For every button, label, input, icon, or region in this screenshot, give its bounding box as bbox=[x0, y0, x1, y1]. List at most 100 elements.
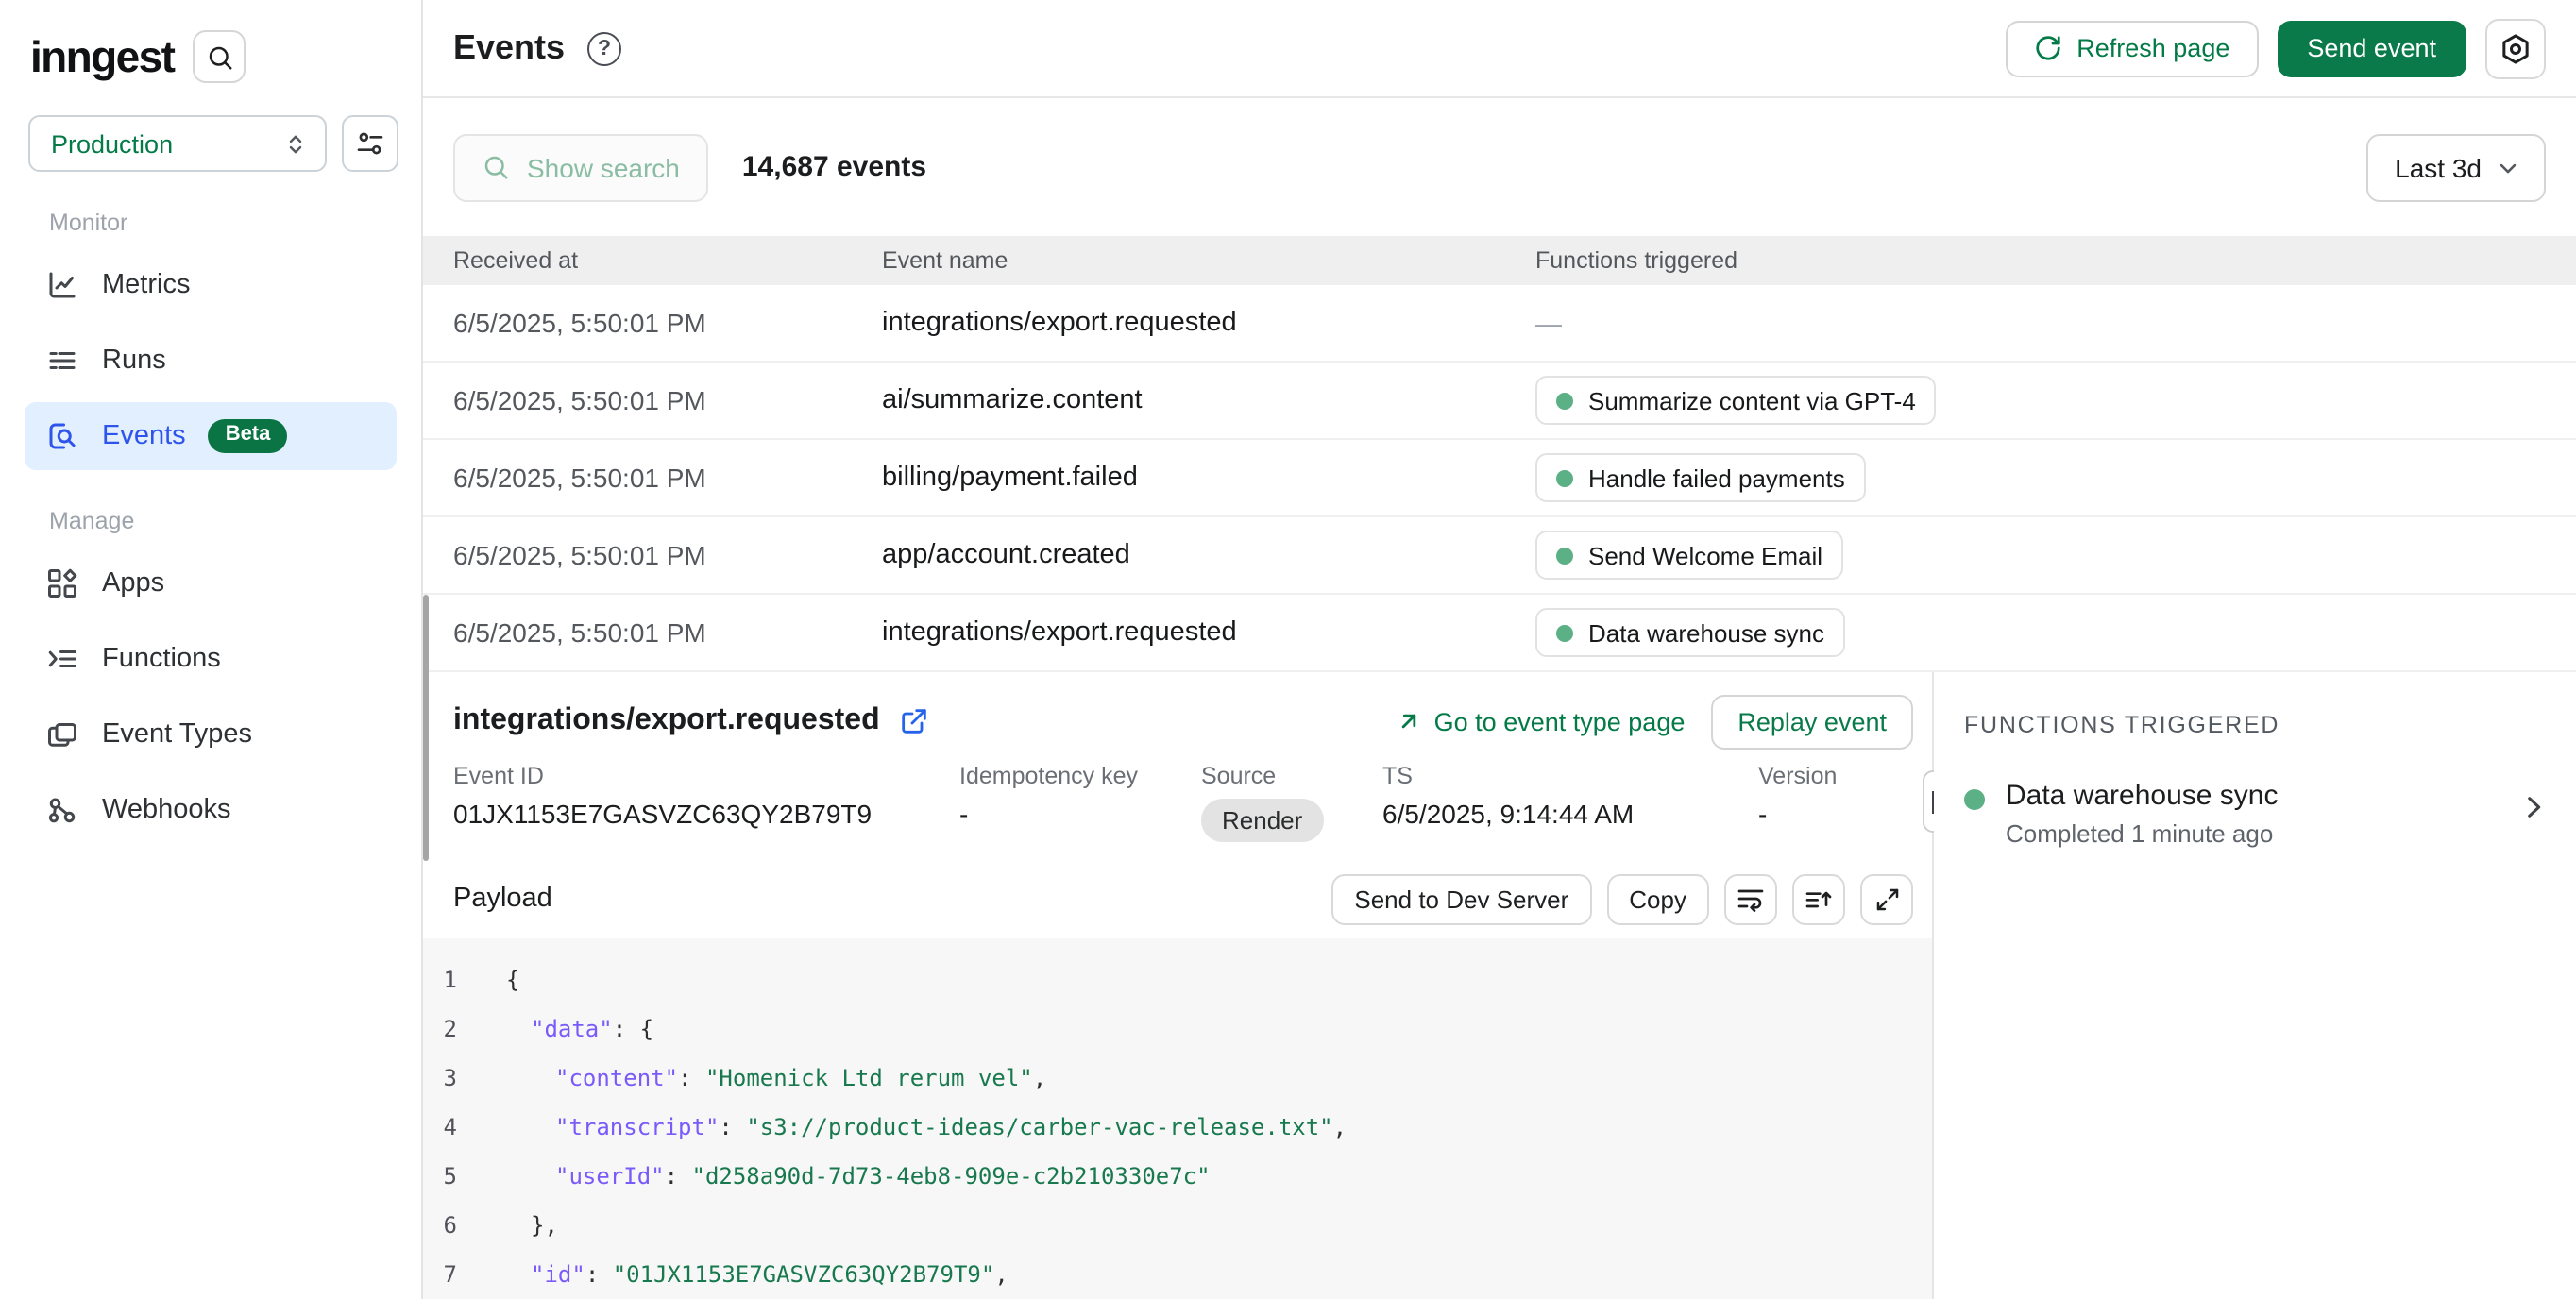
app-root: inngest Production Monitor bbox=[0, 0, 2576, 1299]
payload-title: Payload bbox=[453, 884, 552, 914]
cell-received-at: 6/5/2025, 5:50:01 PM bbox=[453, 308, 882, 338]
sidebar-item-label: Event Types bbox=[102, 719, 252, 750]
function-badge-label: Send Welcome Email bbox=[1588, 541, 1822, 569]
function-run-card[interactable]: Data warehouse sync Completed 1 minute a… bbox=[1934, 780, 2576, 848]
status-dot-icon bbox=[1556, 469, 1573, 486]
table-row[interactable]: 6/5/2025, 5:50:01 PM ai/summarize.conten… bbox=[423, 363, 2576, 440]
nav-section-monitor: Monitor bbox=[0, 210, 421, 251]
source-label: Source bbox=[1201, 763, 1382, 789]
code-line: 6 }, bbox=[423, 1201, 1932, 1250]
status-dot-icon bbox=[1556, 392, 1573, 409]
show-search-button[interactable]: Show search bbox=[453, 133, 708, 201]
cell-event-name: integrations/export.requested bbox=[882, 308, 1535, 338]
line-number: 7 bbox=[423, 1261, 457, 1288]
go-to-event-type-label: Go to event type page bbox=[1434, 707, 1686, 735]
events-table: Received at Event name Functions trigger… bbox=[423, 236, 2576, 672]
send-to-dev-server-button[interactable]: Send to Dev Server bbox=[1331, 873, 1591, 924]
detail-pane-scrollbar[interactable] bbox=[423, 595, 429, 861]
fullscreen-button[interactable] bbox=[1860, 873, 1913, 924]
line-number: 1 bbox=[423, 967, 457, 993]
main-area: Events ? Refresh page Send event bbox=[423, 0, 2576, 1299]
environment-select[interactable]: Production bbox=[28, 115, 327, 172]
code-line: 5 "userId": "d258a90d-7d73-4eb8-909e-c2b… bbox=[423, 1152, 1932, 1201]
event-meta-row: Event ID 01JX1153E7GASVZC63QY2B79T9 Idem… bbox=[453, 763, 1913, 842]
function-badge[interactable]: Data warehouse sync bbox=[1535, 608, 1845, 657]
global-search-button[interactable] bbox=[193, 30, 246, 83]
show-search-label: Show search bbox=[527, 152, 680, 182]
line-number: 4 bbox=[423, 1114, 457, 1140]
go-to-event-type-link[interactable]: Go to event type page bbox=[1397, 707, 1686, 735]
settings-button[interactable] bbox=[2485, 18, 2546, 78]
replay-event-label: Replay event bbox=[1737, 707, 1887, 735]
payload-header: Payload Send to Dev Server Copy bbox=[453, 859, 1913, 938]
ts-label: TS bbox=[1382, 763, 1758, 789]
sidebar-item-runs[interactable]: Runs bbox=[25, 327, 397, 395]
runs-list-icon bbox=[45, 344, 79, 378]
status-dot-icon bbox=[1556, 624, 1573, 641]
code-line: 7 "id": "01JX1153E7GASVZC63QY2B79T9", bbox=[423, 1250, 1932, 1299]
function-run-status: Completed 1 minute ago bbox=[2006, 819, 2279, 848]
refresh-page-label: Refresh page bbox=[2076, 34, 2229, 62]
apps-grid-icon bbox=[45, 566, 79, 600]
inngest-logo: inngest bbox=[30, 31, 174, 82]
cell-event-name: ai/summarize.content bbox=[882, 385, 1535, 415]
page-title: Events bbox=[453, 28, 565, 68]
version-label: Version bbox=[1758, 763, 1913, 789]
table-row[interactable]: 6/5/2025, 5:50:01 PM billing/payment.fai… bbox=[423, 440, 2576, 517]
functions-list-icon bbox=[45, 642, 79, 676]
expand-lines-button[interactable] bbox=[1792, 873, 1845, 924]
nav-section-manage: Manage bbox=[0, 508, 421, 549]
functions-triggered-panel: FUNCTIONS TRIGGERED Data warehouse sync … bbox=[1934, 672, 2576, 1299]
events-table-header: Received at Event name Functions trigger… bbox=[423, 236, 2576, 285]
table-row[interactable]: 6/5/2025, 5:50:01 PM app/account.created… bbox=[423, 517, 2576, 595]
sidebar-item-event-types[interactable]: Event Types bbox=[25, 700, 397, 768]
beta-badge: Beta bbox=[209, 419, 288, 453]
sidebar-item-functions[interactable]: Functions bbox=[25, 625, 397, 693]
code-line: 3 "content": "Homenick Ltd rerum vel", bbox=[423, 1054, 1932, 1103]
sidebar-item-events[interactable]: Events Beta bbox=[25, 402, 397, 470]
function-badge-label: Handle failed payments bbox=[1588, 464, 1845, 492]
sidebar-nav: Monitor Metrics Runs Events Beta bbox=[0, 210, 421, 844]
event-id-label: Event ID bbox=[453, 763, 959, 789]
code-line: 4 "transcript": "s3://product-ideas/carb… bbox=[423, 1103, 1932, 1152]
chart-icon bbox=[45, 268, 79, 302]
environment-filter-button[interactable] bbox=[342, 115, 398, 172]
status-dot-icon bbox=[1556, 547, 1573, 564]
sidebar-item-metrics[interactable]: Metrics bbox=[25, 251, 397, 319]
table-row-selected[interactable]: 6/5/2025, 5:50:01 PM integrations/export… bbox=[423, 595, 2576, 672]
function-badge[interactable]: Send Welcome Email bbox=[1535, 531, 1843, 580]
events-toolbar: Show search 14,687 events Last 3d bbox=[423, 98, 2576, 236]
time-range-select[interactable]: Last 3d bbox=[2366, 133, 2546, 201]
send-to-dev-server-label: Send to Dev Server bbox=[1354, 885, 1568, 913]
function-badge-label: Data warehouse sync bbox=[1588, 618, 1824, 647]
sidebar-item-apps[interactable]: Apps bbox=[25, 549, 397, 617]
function-badge[interactable]: Summarize content via GPT-4 bbox=[1535, 376, 1937, 425]
cell-received-at: 6/5/2025, 5:50:01 PM bbox=[453, 385, 882, 415]
help-icon[interactable]: ? bbox=[587, 31, 621, 65]
send-event-button[interactable]: Send event bbox=[2277, 20, 2466, 76]
functions-triggered-heading: FUNCTIONS TRIGGERED bbox=[1934, 672, 2576, 738]
external-link-icon[interactable] bbox=[899, 706, 929, 736]
sidebar-item-label: Webhooks bbox=[102, 795, 231, 825]
copy-button[interactable]: Copy bbox=[1606, 873, 1709, 924]
refresh-icon bbox=[2033, 34, 2061, 62]
function-badge[interactable]: Handle failed payments bbox=[1535, 453, 1866, 502]
table-row[interactable]: 6/5/2025, 5:50:01 PM integrations/export… bbox=[423, 285, 2576, 363]
cell-received-at: 6/5/2025, 5:50:01 PM bbox=[453, 540, 882, 570]
replay-event-button[interactable]: Replay event bbox=[1711, 694, 1913, 749]
refresh-page-button[interactable]: Refresh page bbox=[2005, 20, 2258, 76]
chevron-down-icon bbox=[2495, 154, 2521, 180]
sidebar-item-label: Events bbox=[102, 421, 186, 451]
wrap-text-button[interactable] bbox=[1724, 873, 1777, 924]
arrow-up-right-icon bbox=[1397, 708, 1423, 734]
function-badge-label: Summarize content via GPT-4 bbox=[1588, 386, 1916, 414]
event-detail-split: integrations/export.requested Go to even… bbox=[423, 672, 2576, 1299]
code-line: 2 "data": { bbox=[423, 1004, 1932, 1054]
payload-code-editor[interactable]: 1 { 2 "data": { 3 "content": "Homenick L… bbox=[423, 938, 1932, 1299]
cell-received-at: 6/5/2025, 5:50:01 PM bbox=[453, 617, 882, 648]
sidebar-item-webhooks[interactable]: Webhooks bbox=[25, 776, 397, 844]
sidebar-item-label: Metrics bbox=[102, 270, 190, 300]
webhook-icon bbox=[45, 793, 79, 827]
search-icon bbox=[205, 42, 233, 71]
time-range-value: Last 3d bbox=[2395, 152, 2482, 182]
